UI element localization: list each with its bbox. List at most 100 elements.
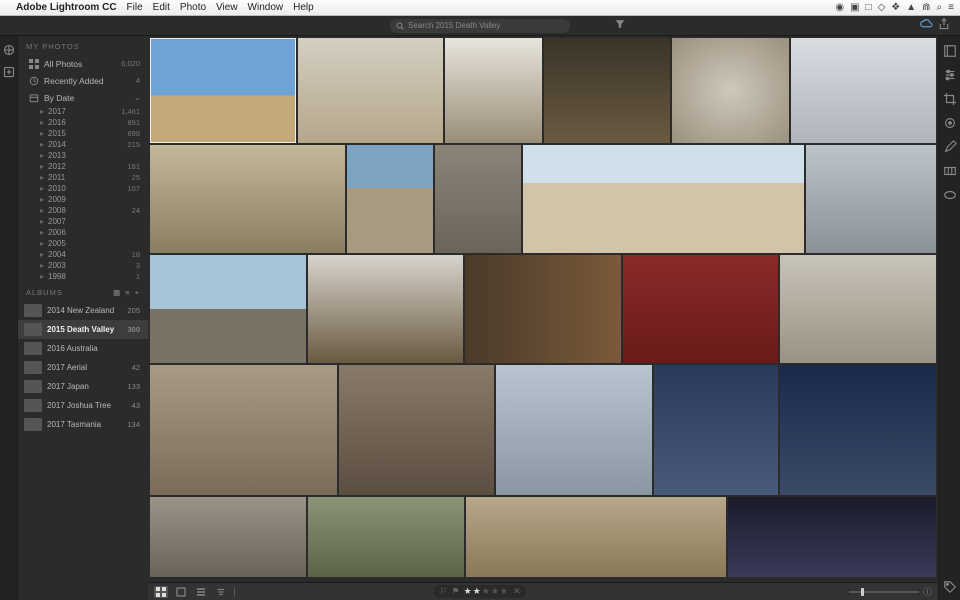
menu-view[interactable]: View: [216, 2, 238, 13]
photo-thumb[interactable]: [466, 497, 726, 577]
clear-rating-icon[interactable]: ✕: [513, 586, 521, 597]
info-icon[interactable]: ⓘ: [923, 585, 932, 598]
menu-window[interactable]: Window: [248, 2, 284, 13]
gradient-icon[interactable]: [943, 164, 957, 178]
photo-thumb[interactable]: [728, 497, 936, 577]
square-view-button[interactable]: [174, 586, 188, 598]
year-item[interactable]: ▸2005: [32, 238, 148, 249]
wifi-icon[interactable]: ⋒: [922, 2, 930, 13]
heal-icon[interactable]: [943, 116, 957, 130]
share-icon[interactable]: [938, 18, 950, 30]
album-item[interactable]: 2014 New Zealand205: [18, 301, 148, 320]
year-item[interactable]: ▸2015698: [32, 128, 148, 139]
year-item[interactable]: ▸20171,461: [32, 106, 148, 117]
photo-thumb[interactable]: [496, 365, 652, 495]
star-rating[interactable]: ★★★★★: [464, 586, 509, 597]
brush-icon[interactable]: [943, 140, 957, 154]
year-item[interactable]: ▸2014215: [32, 139, 148, 150]
display-icon[interactable]: □: [866, 2, 872, 13]
bottom-toolbar: ⚐ ⚑ ★★★★★ ✕ ⓘ: [148, 582, 938, 600]
photo-thumb[interactable]: [465, 255, 621, 363]
filter-icon[interactable]: [615, 19, 625, 29]
grid-view-icon[interactable]: ▦: [113, 288, 121, 297]
album-thumb: [24, 323, 42, 336]
thumbnail-size-slider[interactable]: [849, 591, 919, 593]
airplay-icon[interactable]: ▲: [906, 2, 916, 13]
add-icon[interactable]: [3, 66, 15, 78]
photo-thumb[interactable]: [654, 365, 778, 495]
crop-icon[interactable]: [943, 92, 957, 106]
list-view-icon[interactable]: ≡: [125, 288, 130, 297]
radial-icon[interactable]: [943, 188, 957, 202]
photo-thumb[interactable]: [339, 365, 495, 495]
sidebar-item-all-photos[interactable]: All Photos 6,020: [18, 55, 148, 72]
photo-thumb[interactable]: [791, 38, 937, 143]
photo-thumb[interactable]: [150, 145, 345, 253]
photo-thumb[interactable]: [523, 145, 804, 253]
year-item[interactable]: ▸2013: [32, 150, 148, 161]
photo-thumb[interactable]: [308, 497, 464, 577]
keywords-icon[interactable]: [943, 580, 957, 594]
photo-thumb[interactable]: [806, 145, 936, 253]
photo-thumb[interactable]: [150, 497, 306, 577]
photo-thumb[interactable]: [780, 365, 936, 495]
menu-edit[interactable]: Edit: [153, 2, 170, 13]
sort-button[interactable]: [214, 586, 228, 598]
menu-icon[interactable]: ≡: [948, 2, 954, 13]
shield-icon[interactable]: ◇: [878, 2, 886, 13]
rating-control[interactable]: ⚐ ⚑ ★★★★★ ✕: [433, 585, 526, 598]
grid-view-button[interactable]: [154, 586, 168, 598]
year-item[interactable]: ▸2009: [32, 194, 148, 205]
edit-panel-icon[interactable]: [943, 44, 957, 58]
adjust-icon[interactable]: [943, 68, 957, 82]
sidebar-item-recently-added[interactable]: Recently Added 4: [18, 72, 148, 89]
dropbox-icon[interactable]: ❖: [891, 2, 900, 13]
sidebar-item-by-date[interactable]: By Date ⌄: [18, 89, 148, 106]
year-item[interactable]: ▸200418: [32, 249, 148, 260]
photo-thumb[interactable]: [544, 38, 670, 143]
photo-thumb[interactable]: [435, 145, 521, 253]
flag-pick-icon[interactable]: ⚑: [452, 586, 460, 597]
app-name[interactable]: Adobe Lightroom CC: [16, 2, 117, 13]
photo-thumb[interactable]: [623, 255, 779, 363]
my-photos-icon[interactable]: [3, 44, 15, 56]
photo-thumb[interactable]: [150, 255, 306, 363]
record-icon[interactable]: ◉: [835, 2, 844, 13]
photo-thumb[interactable]: [308, 255, 464, 363]
photo-thumb[interactable]: [298, 38, 444, 143]
menu-help[interactable]: Help: [293, 2, 314, 13]
photo-thumb[interactable]: [672, 38, 788, 143]
cloud-sync-icon[interactable]: [920, 18, 934, 30]
year-item[interactable]: ▸20033: [32, 260, 148, 271]
year-item[interactable]: ▸2016891: [32, 117, 148, 128]
album-item[interactable]: 2015 Death Valley300: [18, 320, 148, 339]
album-item[interactable]: 2017 Joshua Tree43: [18, 396, 148, 415]
triangle-right-icon: ▸: [40, 250, 48, 259]
search-menubar-icon[interactable]: ⌕: [937, 2, 943, 13]
album-item[interactable]: 2017 Japan133: [18, 377, 148, 396]
album-item[interactable]: 2017 Aerial42: [18, 358, 148, 377]
photo-grid[interactable]: [148, 36, 938, 582]
camera-icon[interactable]: ▣: [850, 2, 859, 13]
menu-photo[interactable]: Photo: [180, 2, 206, 13]
search-input[interactable]: Search 2015 Death Valley: [390, 19, 570, 33]
detail-view-button[interactable]: [194, 586, 208, 598]
photo-thumb[interactable]: [150, 38, 296, 143]
year-item[interactable]: ▸200824: [32, 205, 148, 216]
album-item[interactable]: 2016 Australia: [18, 339, 148, 358]
add-album-icon[interactable]: +: [135, 288, 140, 297]
photo-thumb[interactable]: [445, 38, 542, 143]
year-item[interactable]: ▸2006: [32, 227, 148, 238]
year-item[interactable]: ▸2010107: [32, 183, 148, 194]
year-item[interactable]: ▸2012181: [32, 161, 148, 172]
year-item[interactable]: ▸2007: [32, 216, 148, 227]
year-item[interactable]: ▸201125: [32, 172, 148, 183]
album-item[interactable]: 2017 Tasmania134: [18, 415, 148, 434]
photo-thumb[interactable]: [347, 145, 433, 253]
photo-thumb[interactable]: [150, 365, 337, 495]
photo-grid-area: ⚐ ⚑ ★★★★★ ✕ ⓘ: [148, 36, 938, 600]
year-item[interactable]: ▸19981: [32, 271, 148, 282]
photo-thumb[interactable]: [780, 255, 936, 363]
menu-file[interactable]: File: [127, 2, 143, 13]
flag-reject-icon[interactable]: ⚐: [439, 586, 447, 597]
